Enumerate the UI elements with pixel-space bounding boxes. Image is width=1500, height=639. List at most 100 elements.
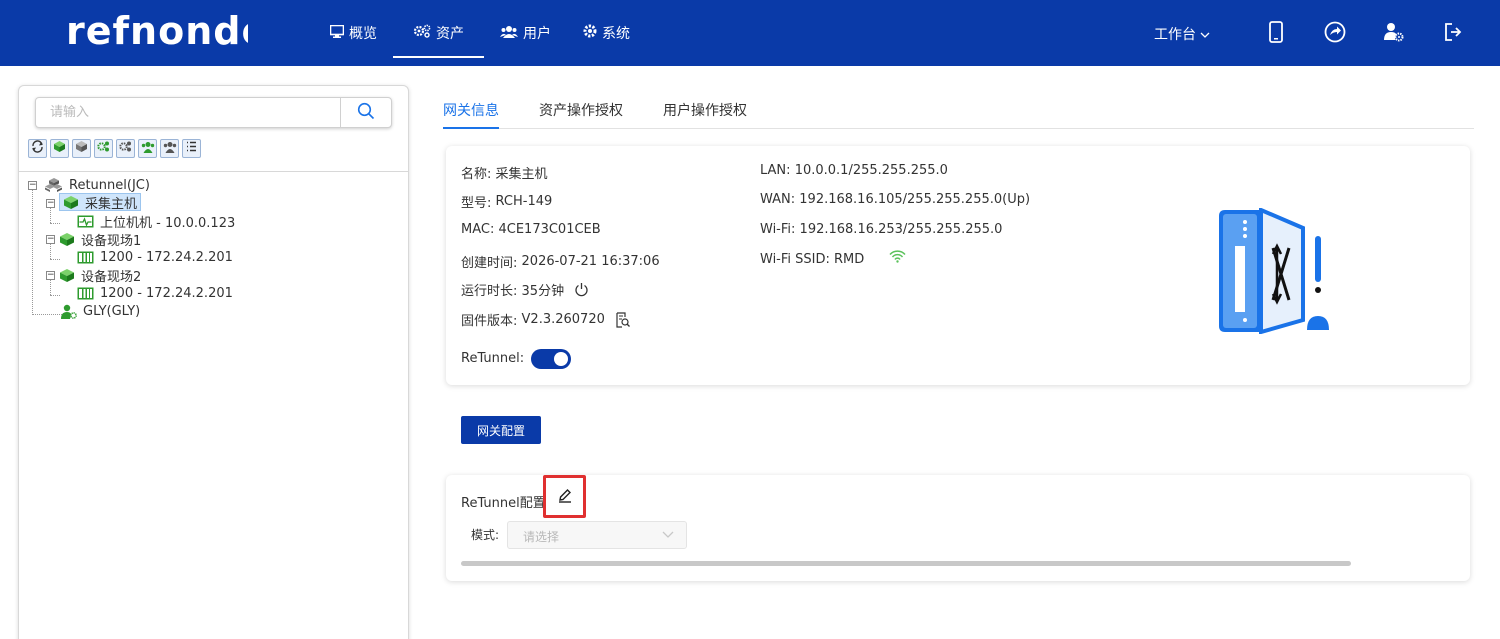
gateway-ssid: RMD bbox=[834, 252, 865, 267]
users-icon bbox=[500, 25, 518, 42]
workbench-label: 工作台 bbox=[1154, 27, 1196, 43]
tree-node-label: 1200 - 172.24.2.201 bbox=[100, 285, 233, 301]
retunnel-config-title: ReTunnel配置 bbox=[461, 496, 546, 511]
collapse-toggle[interactable]: − bbox=[46, 199, 55, 208]
tab-asset-authorization[interactable]: 资产操作授权 bbox=[539, 97, 623, 129]
gateway-uptime: 35分钟 bbox=[521, 284, 565, 299]
gears-icon bbox=[413, 24, 431, 42]
tree-node-device[interactable]: 上位机机 - 10.0.0.123 bbox=[77, 212, 235, 231]
nav-overview[interactable]: 概览 bbox=[314, 0, 393, 66]
refresh-button[interactable] bbox=[28, 139, 47, 158]
tree-node-site1[interactable]: 设备现场1 bbox=[59, 230, 142, 249]
asset-tree-panel: − − − − Retunnel(JC) 采集主机 上位机机 - 10.0.0.… bbox=[18, 85, 409, 639]
field-firmware: 固件版本: V2.3.260720 bbox=[461, 310, 630, 329]
mode-select[interactable]: 请选择 bbox=[507, 521, 687, 549]
logout-icon[interactable] bbox=[1441, 20, 1465, 44]
list-button[interactable] bbox=[182, 139, 201, 158]
cube-green-icon bbox=[59, 268, 75, 283]
users-gray-button[interactable] bbox=[160, 139, 179, 158]
gateway-firmware: V2.3.260720 bbox=[521, 312, 605, 327]
field-uptime: 运行时长: 35分钟 bbox=[461, 280, 589, 299]
add-gateway-button[interactable] bbox=[50, 139, 69, 158]
gateway-created: 2026-07-21 16:37:06 bbox=[521, 254, 660, 269]
add-site-button[interactable] bbox=[72, 139, 91, 158]
horizontal-scrollbar[interactable] bbox=[461, 561, 1351, 566]
field-ssid: Wi-Fi SSID: RMD bbox=[760, 250, 906, 267]
tree-node-user[interactable]: GLY(GLY) bbox=[61, 302, 140, 320]
nav-assets-label: 资产 bbox=[436, 26, 464, 42]
field-created: 创建时间: 2026-07-21 16:37:06 bbox=[461, 254, 660, 271]
asset-gray-button[interactable] bbox=[116, 139, 135, 158]
main-nav: 概览 资产 用户 系统 bbox=[314, 0, 646, 66]
gears-green-icon bbox=[97, 140, 110, 157]
search-icon bbox=[357, 102, 375, 124]
field-mac: MAC: 4CE173C01CEB bbox=[461, 222, 601, 237]
tree-node-gateway[interactable]: 采集主机 bbox=[59, 193, 142, 212]
nav-system[interactable]: 系统 bbox=[567, 0, 646, 66]
gateway-mac: 4CE173C01CEB bbox=[498, 222, 601, 237]
user-settings-icon[interactable] bbox=[1382, 20, 1406, 44]
users-green-button[interactable] bbox=[138, 139, 157, 158]
gateway-config-button[interactable]: 网关配置 bbox=[461, 416, 541, 444]
tree-line bbox=[50, 280, 51, 295]
gateway-warning-illustration bbox=[1215, 206, 1335, 338]
tree-node-plc[interactable]: 1200 - 172.24.2.201 bbox=[77, 284, 233, 302]
retunnel-toggle[interactable] bbox=[531, 349, 571, 369]
asset-green-button[interactable] bbox=[94, 139, 113, 158]
tree-node-root[interactable]: Retunnel(JC) bbox=[45, 176, 150, 194]
field-model: 型号: RCH-149 bbox=[461, 194, 553, 211]
collapse-toggle[interactable]: − bbox=[46, 271, 55, 280]
tree-node-site2[interactable]: 设备现场2 bbox=[59, 266, 142, 285]
search-input[interactable] bbox=[36, 98, 342, 127]
nav-system-label: 系统 bbox=[602, 26, 630, 42]
tree-line bbox=[32, 188, 33, 315]
collapse-toggle[interactable]: − bbox=[46, 235, 55, 244]
tree-search bbox=[35, 97, 392, 128]
tree-line bbox=[32, 314, 62, 315]
gear-icon bbox=[583, 24, 597, 42]
workbench-dropdown[interactable]: 工作台 bbox=[1154, 24, 1210, 44]
top-header: refnonde 概览 资产 用户 系统 工作 bbox=[0, 0, 1500, 66]
chevron-down-icon bbox=[662, 527, 674, 545]
power-icon[interactable] bbox=[574, 282, 589, 297]
server-stack-icon bbox=[45, 178, 63, 192]
search-button[interactable] bbox=[340, 98, 391, 127]
gateway-info-card: 名称: 采集主机 型号: RCH-149 MAC: 4CE173C01CEB 创… bbox=[446, 146, 1470, 385]
refresh-icon bbox=[31, 140, 44, 157]
field-wan: WAN: 192.168.16.105/255.255.255.0(Up) bbox=[760, 192, 1031, 207]
gateway-lan: 10.0.0.1/255.255.255.0 bbox=[794, 163, 948, 178]
edit-button[interactable] bbox=[543, 475, 586, 518]
chevron-down-icon bbox=[1200, 27, 1210, 43]
tree-line bbox=[50, 244, 51, 259]
tab-user-authorization[interactable]: 用户操作授权 bbox=[663, 97, 747, 129]
list-icon bbox=[185, 140, 198, 157]
tab-gateway-info[interactable]: 网关信息 bbox=[443, 97, 499, 129]
monitor-icon bbox=[329, 24, 345, 42]
nav-users-label: 用户 bbox=[523, 26, 551, 42]
users-gray-icon bbox=[163, 141, 177, 157]
tree-node-label: GLY(GLY) bbox=[83, 303, 141, 319]
wifi-signal-icon bbox=[889, 250, 906, 263]
tree-node-label: 设备现场2 bbox=[81, 269, 142, 285]
nav-assets[interactable]: 资产 bbox=[393, 0, 484, 66]
tree-node-plc[interactable]: 1200 - 172.24.2.201 bbox=[77, 248, 233, 266]
tree-toolbar bbox=[28, 139, 201, 158]
tree-node-label: 采集主机 bbox=[85, 196, 138, 212]
brand-logo[interactable]: refnonde bbox=[66, 9, 267, 59]
tree-line bbox=[50, 295, 60, 296]
tree-node-label: Retunnel(JC) bbox=[69, 177, 150, 193]
share-icon[interactable] bbox=[1323, 20, 1347, 44]
nav-users[interactable]: 用户 bbox=[484, 0, 567, 66]
detail-tabs: 网关信息 资产操作授权 用户操作授权 bbox=[443, 97, 1474, 129]
retunnel-config-card: ReTunnel配置 模式: 请选择 bbox=[446, 475, 1470, 581]
cube-gray-icon bbox=[75, 140, 88, 157]
plc-icon bbox=[77, 287, 94, 300]
user-gear-icon bbox=[61, 304, 77, 319]
gears-gray-icon bbox=[119, 140, 132, 157]
collapse-toggle[interactable]: − bbox=[28, 181, 37, 190]
document-search-icon[interactable] bbox=[615, 311, 630, 328]
tree-node-label: 设备现场1 bbox=[81, 233, 142, 249]
mobile-icon[interactable] bbox=[1264, 20, 1288, 44]
pencil-icon bbox=[557, 487, 573, 507]
gateway-wan: 192.168.16.105/255.255.255.0(Up) bbox=[799, 192, 1031, 207]
